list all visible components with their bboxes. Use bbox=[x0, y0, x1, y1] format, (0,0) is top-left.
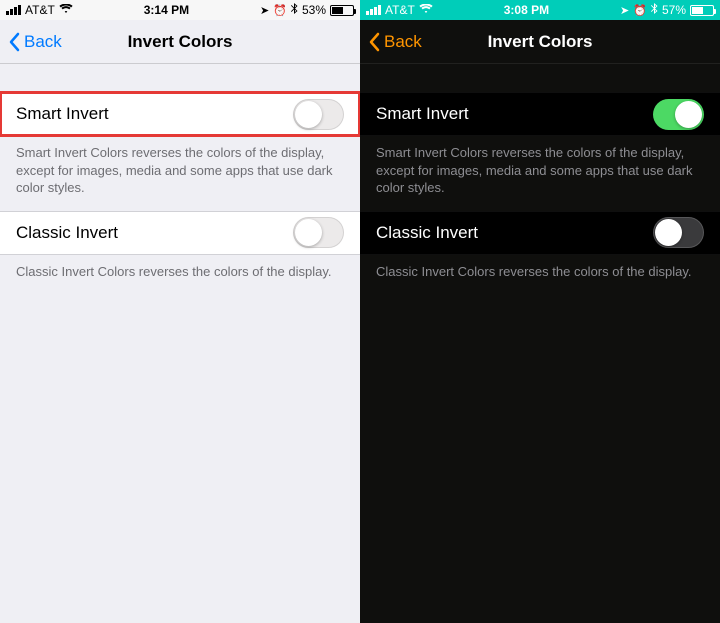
carrier-label: AT&T bbox=[25, 3, 55, 17]
clock: 3:08 PM bbox=[504, 3, 549, 17]
clock: 3:14 PM bbox=[144, 3, 189, 17]
smart-invert-row[interactable]: Smart Invert bbox=[360, 92, 720, 136]
status-left: AT&T bbox=[366, 3, 433, 17]
classic-invert-toggle[interactable] bbox=[293, 217, 344, 248]
back-button[interactable]: Back bbox=[360, 20, 430, 63]
smart-invert-label: Smart Invert bbox=[16, 104, 109, 124]
smart-invert-row[interactable]: Smart Invert bbox=[0, 92, 360, 136]
classic-invert-description: Classic Invert Colors reverses the color… bbox=[360, 255, 720, 295]
smart-invert-label: Smart Invert bbox=[376, 104, 469, 124]
bluetooth-icon bbox=[291, 3, 298, 18]
battery-icon bbox=[330, 5, 354, 16]
smart-invert-description: Smart Invert Colors reverses the colors … bbox=[0, 136, 360, 211]
nav-bar: Back Invert Colors bbox=[360, 20, 720, 64]
location-icon: ➤ bbox=[260, 4, 269, 17]
status-left: AT&T bbox=[6, 3, 73, 17]
wifi-icon bbox=[419, 4, 433, 17]
back-label: Back bbox=[384, 32, 422, 52]
status-bar: AT&T 3:14 PM ➤ ⏰ 53% bbox=[0, 0, 360, 20]
classic-invert-toggle[interactable] bbox=[653, 217, 704, 248]
content: Smart Invert Smart Invert Colors reverse… bbox=[0, 64, 360, 623]
chevron-left-icon bbox=[368, 32, 380, 52]
alarm-icon: ⏰ bbox=[273, 4, 287, 17]
chevron-left-icon bbox=[8, 32, 20, 52]
wifi-icon bbox=[59, 4, 73, 17]
bluetooth-icon bbox=[651, 3, 658, 18]
status-right: ➤ ⏰ 57% bbox=[620, 3, 714, 18]
screen-light: AT&T 3:14 PM ➤ ⏰ 53% Back Invert Colors bbox=[0, 0, 360, 623]
back-button[interactable]: Back bbox=[0, 20, 70, 63]
cell-signal-icon bbox=[6, 5, 21, 15]
cell-signal-icon bbox=[366, 5, 381, 15]
nav-bar: Back Invert Colors bbox=[0, 20, 360, 64]
smart-invert-description: Smart Invert Colors reverses the colors … bbox=[360, 136, 720, 211]
battery-icon bbox=[690, 5, 714, 16]
screen-dark: AT&T 3:08 PM ➤ ⏰ 57% Back Invert Colors bbox=[360, 0, 720, 623]
back-label: Back bbox=[24, 32, 62, 52]
status-right: ➤ ⏰ 53% bbox=[260, 3, 354, 18]
alarm-icon: ⏰ bbox=[633, 4, 647, 17]
classic-invert-label: Classic Invert bbox=[16, 223, 118, 243]
smart-invert-toggle[interactable] bbox=[653, 99, 704, 130]
classic-invert-row[interactable]: Classic Invert bbox=[360, 211, 720, 255]
classic-invert-label: Classic Invert bbox=[376, 223, 478, 243]
status-bar: AT&T 3:08 PM ➤ ⏰ 57% bbox=[360, 0, 720, 20]
carrier-label: AT&T bbox=[385, 3, 415, 17]
classic-invert-description: Classic Invert Colors reverses the color… bbox=[0, 255, 360, 295]
battery-percentage: 57% bbox=[662, 3, 686, 17]
location-icon: ➤ bbox=[620, 4, 629, 17]
content: Smart Invert Smart Invert Colors reverse… bbox=[360, 64, 720, 623]
classic-invert-row[interactable]: Classic Invert bbox=[0, 211, 360, 255]
battery-percentage: 53% bbox=[302, 3, 326, 17]
smart-invert-toggle[interactable] bbox=[293, 99, 344, 130]
